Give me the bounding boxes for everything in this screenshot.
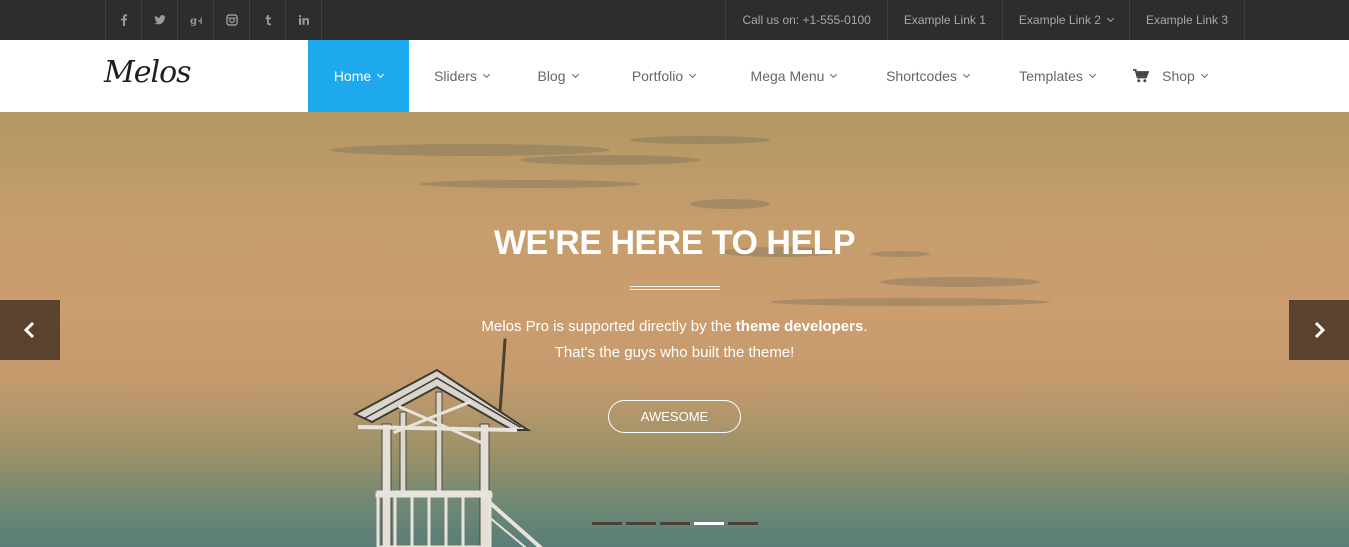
nav-item-templates[interactable]: Templates: [994, 40, 1120, 112]
slider-dot-2[interactable]: [626, 522, 656, 525]
top-link-example-2[interactable]: Example Link 2: [1003, 0, 1130, 40]
chevron-left-icon: [23, 321, 35, 339]
chevron-down-icon: [1200, 70, 1208, 78]
top-link-example-1[interactable]: Example Link 1: [888, 0, 1003, 40]
google-plus-icon[interactable]: g+: [178, 0, 214, 40]
tumblr-icon[interactable]: [250, 0, 286, 40]
top-link-label: Example Link 1: [903, 13, 986, 27]
nav-item-blog[interactable]: Blog: [514, 40, 601, 112]
nav-item-portfolio[interactable]: Portfolio: [601, 40, 726, 112]
hero-title: WE'RE HERE TO HELP: [493, 224, 856, 262]
nav-item-label: Sliders: [434, 68, 477, 84]
nav-item-label: Templates: [1019, 68, 1083, 84]
nav-item-shop[interactable]: Shop: [1120, 40, 1220, 112]
svg-text:g+: g+: [190, 16, 202, 26]
chevron-down-icon: [482, 70, 490, 78]
top-link-label: Example Link 2: [1018, 13, 1101, 27]
chevron-right-icon: [1314, 321, 1326, 339]
chevron-down-icon: [689, 70, 697, 78]
nav-item-sliders[interactable]: Sliders: [409, 40, 514, 112]
linkedin-icon[interactable]: [286, 0, 322, 40]
top-links: Call us on: +1-555-0100 Example Link 1 E…: [725, 0, 1245, 40]
twitter-icon[interactable]: [142, 0, 178, 40]
site-logo[interactable]: Melos: [104, 55, 192, 90]
chevron-down-icon: [830, 70, 838, 78]
slider-dot-5[interactable]: [728, 522, 758, 525]
hero-slider: WE'RE HERE TO HELP Melos Pro is supporte…: [0, 112, 1349, 547]
nav-item-label: Shortcodes: [886, 68, 957, 84]
top-link-example-3[interactable]: Example Link 3: [1130, 0, 1245, 40]
slider-next-button[interactable]: [1289, 300, 1349, 360]
chevron-down-icon: [1088, 70, 1096, 78]
top-link-label: Example Link 3: [1145, 13, 1228, 27]
facebook-icon[interactable]: [106, 0, 142, 40]
cart-icon: [1133, 69, 1150, 83]
hero-text-prefix: Melos Pro is supported directly by the: [481, 318, 736, 335]
nav-item-mega-menu[interactable]: Mega Menu: [726, 40, 861, 112]
social-links: g+: [105, 0, 322, 40]
nav-item-label: Shop: [1162, 68, 1195, 84]
slider-pagination: [592, 522, 758, 525]
hero-text-line-2: That's the guys who built the theme!: [554, 344, 795, 361]
slider-dot-4[interactable]: [694, 522, 724, 525]
hero-text-suffix: .: [863, 318, 868, 335]
top-bar: g+ Call us on: +1-555-0100 Example Link …: [0, 0, 1349, 40]
nav-item-shortcodes[interactable]: Shortcodes: [861, 40, 994, 112]
nav-item-label: Home: [333, 68, 372, 84]
slider-dot-3[interactable]: [660, 522, 690, 525]
nav-item-home[interactable]: Home: [308, 40, 409, 112]
chevron-down-icon: [962, 70, 970, 78]
nav-item-label: Portfolio: [631, 68, 684, 84]
phone-number: Call us on: +1-555-0100: [726, 0, 888, 40]
slider-prev-button[interactable]: [0, 300, 60, 360]
hero-text-bold: theme developers: [735, 318, 864, 335]
main-nav: Home Sliders Blog Portfolio Mega Menu Sh…: [308, 40, 1220, 112]
instagram-icon[interactable]: [214, 0, 250, 40]
hero-divider: [630, 286, 720, 290]
nav-item-label: Blog: [537, 68, 566, 84]
site-header: Melos Home Sliders Blog Portfolio Mega M…: [0, 40, 1349, 112]
chevron-down-icon: [377, 70, 385, 78]
nav-item-label: Mega Menu: [750, 68, 825, 84]
hero-text-line-1: Melos Pro is supported directly by the t…: [0, 314, 1349, 340]
chevron-down-icon: [571, 70, 579, 78]
slider-dot-1[interactable]: [592, 522, 622, 525]
chevron-down-icon: [1106, 14, 1114, 22]
awesome-button[interactable]: AWESOME: [608, 400, 741, 433]
